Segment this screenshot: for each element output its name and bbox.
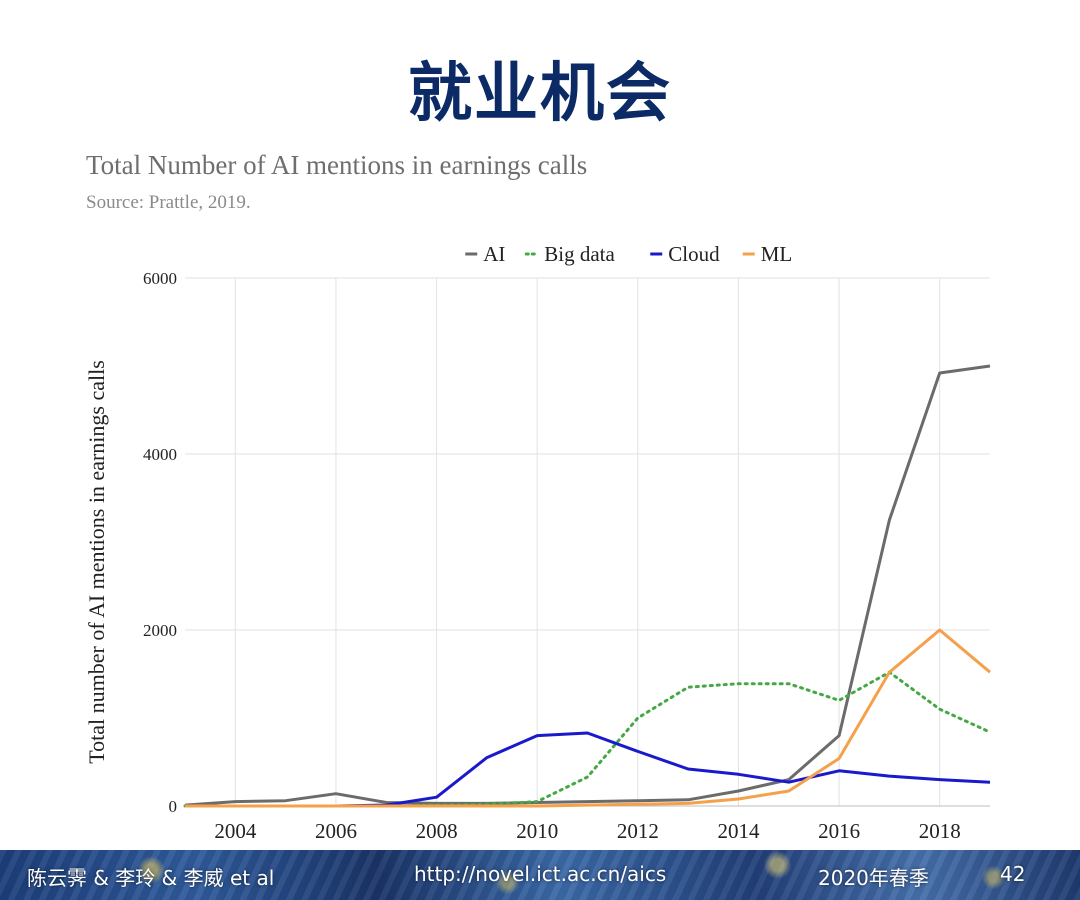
line-chart: 2004 2006 2008 2010 2012 2014 2016 2018 0 2000 400… bbox=[84, 242, 992, 843]
grid-layer bbox=[185, 277, 990, 807]
x-tick-label: 2018 bbox=[919, 819, 961, 843]
x-tick-label: 2012 bbox=[617, 819, 659, 843]
x-tick-label: 2010 bbox=[516, 819, 558, 843]
x-tick-label: 2006 bbox=[315, 819, 357, 843]
footer-page-number: 42 bbox=[1000, 862, 1026, 886]
axis-layer: 2004 2006 2008 2010 2012 2014 2016 2018 0 2000 400… bbox=[84, 269, 961, 843]
series-line-cloud bbox=[185, 731, 991, 808]
legend-label: Cloud bbox=[668, 242, 720, 266]
footer-term: 2020年春季 bbox=[818, 866, 929, 890]
legend: AI Big data Cloud ML bbox=[465, 242, 792, 266]
y-tick-label: 0 bbox=[169, 797, 178, 816]
y-tick-label: 4000 bbox=[143, 445, 177, 464]
x-tick-label: 2014 bbox=[717, 819, 760, 843]
x-tick-label: 2016 bbox=[818, 819, 860, 843]
series-line-ai bbox=[184, 364, 991, 807]
legend-label: AI bbox=[483, 242, 505, 266]
series-layer bbox=[183, 364, 992, 808]
y-tick-label: 6000 bbox=[143, 269, 177, 288]
footer-url-link[interactable]: http://novel.ict.ac.cn/aics bbox=[414, 862, 666, 886]
footer-bar: 陈云霁 & 李玲 & 李威 et al http://novel.ict.ac.… bbox=[0, 850, 1080, 900]
legend-label: Big data bbox=[544, 242, 615, 266]
y-axis-label: Total number of AI mentions in earnings … bbox=[84, 360, 109, 764]
x-tick-label: 2008 bbox=[416, 819, 458, 843]
x-tick-label: 2004 bbox=[214, 819, 257, 843]
series-line-ml bbox=[185, 628, 991, 808]
footer-authors: 陈云霁 & 李玲 & 李威 et al bbox=[27, 866, 275, 890]
y-tick-label: 2000 bbox=[143, 621, 177, 640]
legend-label: ML bbox=[761, 242, 793, 266]
series-line-big-data bbox=[183, 670, 992, 808]
